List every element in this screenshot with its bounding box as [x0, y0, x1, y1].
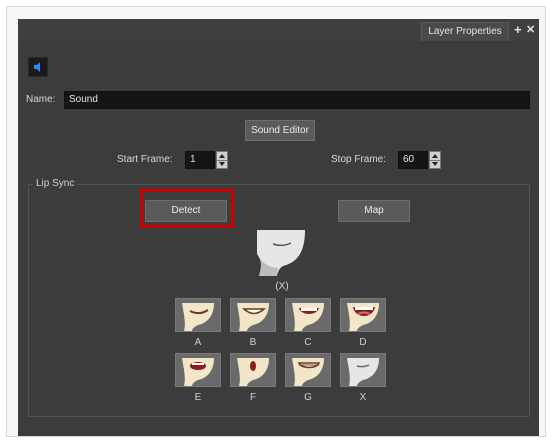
current-mouth-preview-icon: [253, 228, 309, 278]
close-icon[interactable]: ✕: [526, 23, 535, 37]
mouth-label: F: [249, 392, 257, 403]
name-field[interactable]: Sound: [64, 91, 530, 109]
decrement-icon[interactable]: [432, 162, 438, 166]
current-mouth-label: (X): [275, 281, 289, 292]
lip-sync-group: Lip Sync: [28, 177, 530, 417]
mouth-d-icon[interactable]: [340, 298, 386, 332]
start-frame-label: Start Frame:: [117, 154, 173, 165]
sound-icon: [28, 57, 48, 77]
mouth-label: B: [249, 337, 257, 348]
increment-icon[interactable]: [432, 154, 438, 158]
sound-editor-button[interactable]: Sound Editor: [245, 120, 315, 141]
mouth-a-icon[interactable]: [175, 298, 221, 332]
mouth-label: G: [304, 392, 312, 403]
mouth-c-icon[interactable]: [285, 298, 331, 332]
tab-bar: Layer Properties + ✕: [18, 19, 539, 41]
stepper-divider: [430, 160, 440, 161]
layer-properties-panel: Layer Properties + ✕ Name: Sound Sound E…: [18, 19, 539, 436]
lip-sync-title: Lip Sync: [33, 177, 78, 191]
stepper-divider: [217, 160, 227, 161]
name-label: Name:: [26, 94, 56, 105]
mouth-g-icon[interactable]: [285, 353, 331, 387]
mouth-label: E: [194, 392, 202, 403]
mouth-x-icon[interactable]: [340, 353, 386, 387]
mouth-label: D: [359, 337, 367, 348]
detect-highlight: [140, 189, 234, 228]
stop-frame-stepper[interactable]: [429, 151, 441, 169]
stop-frame-field[interactable]: 60: [398, 151, 428, 169]
decrement-icon[interactable]: [219, 162, 225, 166]
mouth-f-icon[interactable]: [230, 353, 276, 387]
increment-icon[interactable]: [219, 154, 225, 158]
add-tab-icon[interactable]: +: [514, 23, 522, 37]
mouth-label: X: [359, 392, 367, 403]
tab-layer-properties[interactable]: Layer Properties: [421, 22, 509, 41]
mouth-e-icon[interactable]: [175, 353, 221, 387]
stop-frame-label: Stop Frame:: [331, 154, 387, 165]
mouth-label: A: [194, 337, 202, 348]
start-frame-field[interactable]: 1: [185, 151, 215, 169]
start-frame-stepper[interactable]: [216, 151, 228, 169]
mouth-label: C: [304, 337, 312, 348]
map-button[interactable]: Map: [338, 200, 410, 222]
mouth-b-icon[interactable]: [230, 298, 276, 332]
